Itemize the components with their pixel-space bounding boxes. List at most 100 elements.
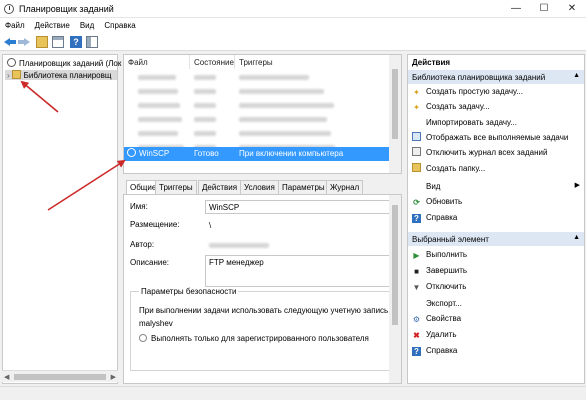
help-icon: ?	[412, 347, 421, 356]
running-tasks-icon	[412, 132, 421, 141]
export-icon	[412, 298, 421, 307]
action-label: Справка	[426, 213, 458, 222]
close-button[interactable]: ✕	[558, 0, 586, 18]
menu-action[interactable]: Действие	[30, 18, 75, 33]
task-list: Файл Состояние Триггеры WinSCP Готово Пр…	[123, 54, 402, 174]
action-properties[interactable]: ⚙ Свойства	[412, 314, 582, 327]
general-tab-panel: Имя: WinSCP Размещение: \ Автор: Описани…	[123, 194, 402, 384]
task-name: WinSCP	[139, 149, 170, 158]
action-create-task[interactable]: ✦ Создать задачу...	[412, 102, 582, 115]
tree-horizontal-scrollbar[interactable]: ◀ ▶	[2, 370, 118, 382]
action-end[interactable]: ■ Завершить	[412, 266, 582, 279]
library-section-header[interactable]: Библиотека планировщика заданий ▲	[408, 70, 584, 84]
action-view[interactable]: Вид ▶	[412, 181, 582, 194]
create-task-icon: ✦	[413, 103, 420, 112]
delete-icon: ✖	[413, 331, 420, 340]
task-row-blurred[interactable]	[124, 127, 389, 141]
tree-library[interactable]: › Библиотека планировщ	[5, 70, 117, 80]
action-disable-history[interactable]: Отключить журнал всех заданий	[412, 147, 582, 160]
tab-history[interactable]: Журнал	[326, 180, 364, 194]
actions-header: Действия	[412, 58, 451, 67]
action-disable[interactable]: ▼ Отключить	[412, 282, 582, 295]
action-run[interactable]: ▶ Выполнить	[412, 250, 582, 263]
library-section-label: Библиотека планировщика заданий	[412, 73, 546, 82]
action-label: Выполнить	[426, 250, 468, 259]
menu-view[interactable]: Вид	[75, 18, 99, 33]
tab-conditions[interactable]: Условия	[240, 180, 279, 194]
selected-item-section-header[interactable]: Выбранный элемент ▲	[408, 232, 584, 246]
action-refresh[interactable]: ⟳ Обновить	[412, 197, 582, 210]
create-basic-task-icon: ✦	[413, 88, 420, 97]
forward-arrow-icon[interactable]	[18, 36, 30, 48]
scroll-thumb[interactable]	[14, 374, 106, 380]
folder-icon	[11, 70, 21, 79]
submenu-arrow-icon: ▶	[574, 182, 580, 189]
tab-settings[interactable]: Параметры	[278, 180, 329, 194]
task-row-blurred[interactable]	[124, 99, 389, 113]
action-new-folder[interactable]: Создать папку...	[412, 163, 582, 176]
column-header-status[interactable]: Состояние	[190, 55, 235, 69]
scroll-thumb[interactable]	[392, 69, 398, 139]
task-row-blurred[interactable]	[124, 71, 389, 85]
radio-button[interactable]	[139, 334, 147, 342]
collapse-icon[interactable]: ▲	[573, 234, 580, 241]
action-delete[interactable]: ✖ Удалить	[412, 330, 582, 343]
task-trigger: При включении компьютера	[239, 149, 344, 158]
tree-expander-icon[interactable]: ›	[7, 71, 10, 80]
window-title: Планировщик заданий	[19, 4, 114, 14]
tab-triggers[interactable]: Триггеры	[155, 180, 197, 194]
scroll-thumb[interactable]	[392, 205, 398, 325]
up-folder-icon[interactable]	[36, 36, 48, 48]
run-only-logged-option[interactable]: Выполнять только для зарегистрированного…	[139, 334, 369, 343]
minimize-button[interactable]: —	[502, 0, 530, 18]
tab-actions[interactable]: Действия	[198, 180, 242, 194]
maximize-button[interactable]: ☐	[530, 0, 558, 18]
action-export[interactable]: Экспорт...	[412, 298, 582, 311]
action-import-task[interactable]: Импортировать задачу...	[412, 117, 582, 130]
description-field[interactable]: FTP менеджер	[205, 255, 391, 287]
actions-pane: Действия Библиотека планировщика заданий…	[407, 54, 585, 384]
detail-vertical-scrollbar[interactable]	[389, 195, 401, 383]
action-label: Создать папку...	[426, 164, 486, 173]
column-header-name[interactable]: Файл	[124, 55, 190, 69]
menu-help[interactable]: Справка	[99, 18, 140, 33]
new-folder-icon	[412, 163, 421, 172]
show-hide-console-tree-icon[interactable]	[52, 36, 64, 48]
back-arrow-icon[interactable]	[4, 36, 16, 48]
action-show-running-tasks[interactable]: Отображать все выполняемые задачи	[412, 132, 582, 145]
author-label: Автор:	[130, 240, 155, 249]
disable-history-icon	[412, 147, 421, 156]
security-options-group: Параметры безопасности При выполнении за…	[130, 287, 399, 371]
scroll-right-icon[interactable]: ▶	[111, 373, 116, 381]
security-account-name: malyshev	[139, 319, 173, 328]
action-label: Вид	[426, 182, 441, 191]
detail-tabs: Общие Триггеры Действия Условия Параметр…	[123, 180, 402, 195]
show-hide-action-pane-icon[interactable]	[86, 36, 98, 48]
tree-root[interactable]: Планировщик заданий (Лок	[7, 58, 121, 68]
action-help-selected[interactable]: ? Справка	[412, 346, 582, 359]
action-label: Обновить	[426, 197, 463, 206]
action-label: Отключить	[426, 282, 467, 291]
security-account-text: При выполнении задачи использовать следу…	[139, 306, 400, 315]
run-only-logged-label: Выполнять только для зарегистрированного…	[151, 334, 369, 343]
tree-library-label: Библиотека планировщ	[23, 71, 112, 80]
security-options-title: Параметры безопасности	[139, 287, 239, 296]
collapse-icon[interactable]: ▲	[573, 72, 580, 79]
help-icon: ?	[412, 214, 421, 223]
action-create-basic-task[interactable]: ✦ Создать простую задачу...	[412, 87, 582, 100]
selected-item-section-label: Выбранный элемент	[412, 235, 489, 244]
help-icon[interactable]: ?	[70, 36, 82, 48]
column-header-triggers[interactable]: Триггеры	[235, 55, 390, 69]
action-help[interactable]: ? Справка	[412, 213, 582, 226]
action-label: Справка	[426, 346, 458, 355]
task-row-winscp[interactable]: WinSCP Готово При включении компьютера	[124, 147, 389, 161]
scroll-left-icon[interactable]: ◀	[4, 373, 9, 381]
name-field[interactable]: WinSCP	[205, 200, 391, 214]
description-label: Описание:	[130, 258, 170, 267]
task-row-blurred[interactable]	[124, 85, 389, 99]
menu-file[interactable]: Файл	[0, 18, 30, 33]
task-scheduler-icon	[4, 4, 14, 14]
name-label: Имя:	[130, 202, 148, 211]
task-row-blurred[interactable]	[124, 113, 389, 127]
task-list-vertical-scrollbar[interactable]	[389, 55, 401, 173]
